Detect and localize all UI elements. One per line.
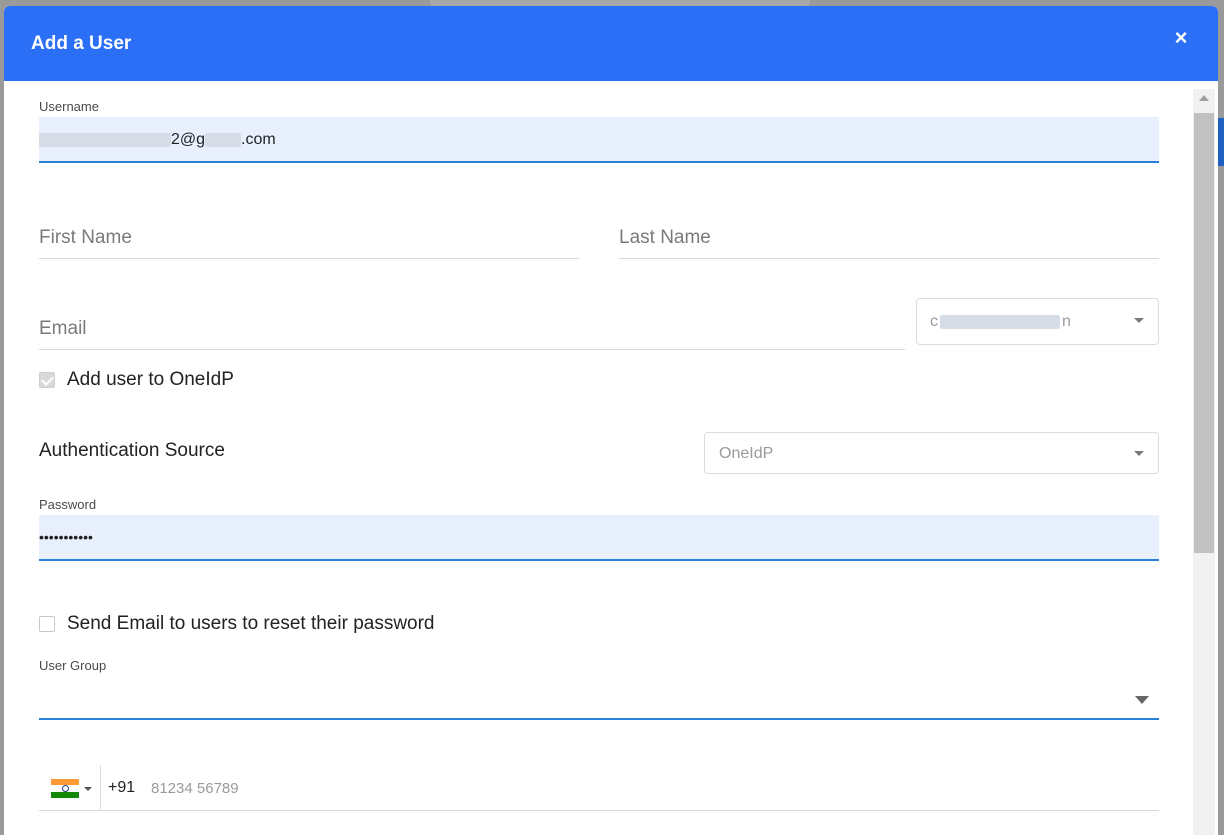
phone-input[interactable]: 81234 56789 <box>151 780 239 797</box>
first-name-input[interactable]: First Name <box>39 209 579 259</box>
add-user-modal: Add a User × Username 2@g .com First Name… <box>4 6 1218 835</box>
backdrop-accent <box>1218 118 1224 166</box>
modal-header: Add a User × <box>4 6 1218 81</box>
scroll-thumb[interactable] <box>1194 113 1214 553</box>
chevron-down-icon <box>1134 318 1144 323</box>
send-email-checkbox[interactable] <box>39 616 55 632</box>
password-input[interactable]: ••••••••••• <box>39 515 1159 561</box>
country-code: +91 <box>108 779 136 796</box>
country-picker[interactable] <box>39 765 101 811</box>
username-input[interactable]: 2@g .com <box>39 117 1159 163</box>
password-value: ••••••••••• <box>39 529 93 545</box>
email-domain-select[interactable]: cn <box>916 298 1159 345</box>
send-email-row: Send Email to users to reset their passw… <box>39 613 435 635</box>
password-label: Password <box>39 497 97 512</box>
username-label: Username <box>39 99 99 114</box>
last-name-placeholder: Last Name <box>619 227 711 248</box>
chevron-down-icon <box>1135 696 1149 704</box>
last-name-input[interactable]: Last Name <box>619 209 1159 259</box>
send-email-label: Send Email to users to reset their passw… <box>67 613 435 634</box>
modal-title: Add a User <box>31 32 132 54</box>
auth-source-label: Authentication Source <box>39 440 225 461</box>
email-placeholder: Email <box>39 318 87 339</box>
close-icon[interactable]: × <box>1168 25 1194 51</box>
user-group-label: User Group <box>39 658 107 673</box>
scrollbar[interactable] <box>1193 89 1215 835</box>
redacted-text <box>205 132 242 147</box>
add-to-oneidp-label: Add user to OneIdP <box>67 369 234 390</box>
email-domain-value: cn <box>930 313 1071 330</box>
username-value-part1: 2@g <box>171 131 206 148</box>
india-flag-icon <box>51 779 79 798</box>
scroll-up-icon[interactable] <box>1199 95 1209 101</box>
auth-source-value: OneIdP <box>719 445 774 462</box>
first-name-placeholder: First Name <box>39 227 132 248</box>
redacted-text <box>39 132 171 147</box>
modal-body: Username 2@g .com First Name Last Name Em… <box>4 81 1218 835</box>
chevron-down-icon <box>84 787 92 791</box>
user-group-select[interactable] <box>39 678 1159 720</box>
username-value-part2: .com <box>241 131 276 148</box>
chevron-down-icon <box>1134 451 1144 456</box>
add-to-oneidp-checkbox[interactable] <box>39 372 55 388</box>
add-to-oneidp-row: Add user to OneIdP <box>39 369 234 391</box>
phone-input-row: +91 81234 56789 <box>39 765 1159 811</box>
auth-source-select[interactable]: OneIdP <box>704 432 1159 474</box>
email-input[interactable]: Email <box>39 300 905 350</box>
